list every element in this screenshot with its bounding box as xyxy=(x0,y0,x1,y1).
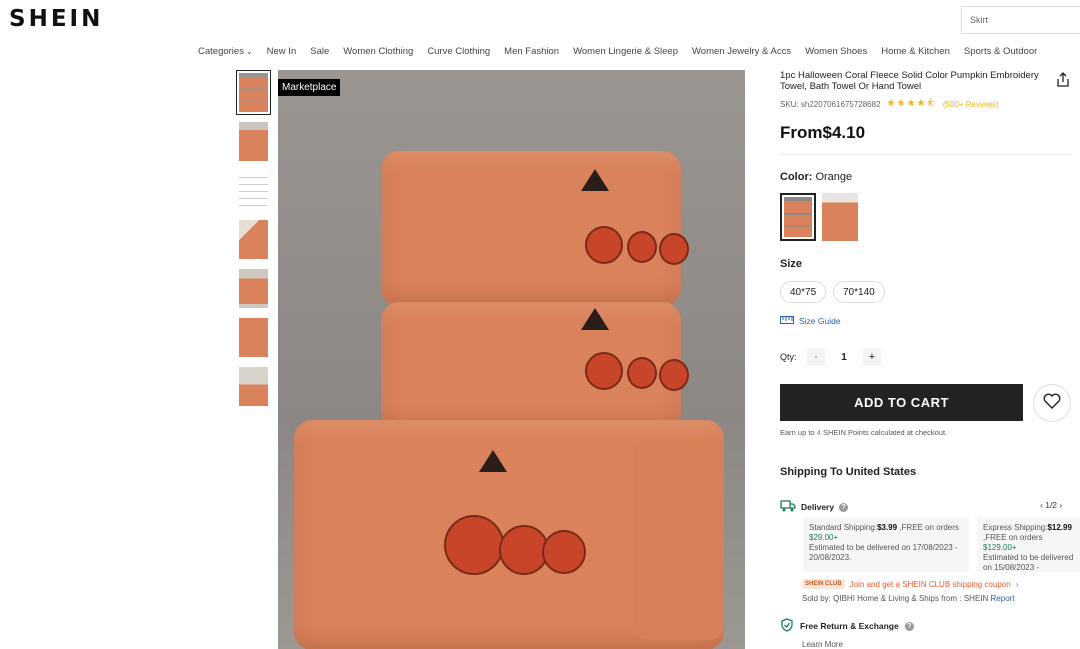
points-note: Earn up to 4 SHEIN Points calculated at … xyxy=(780,428,947,437)
quantity-stepper: - 1 + xyxy=(807,348,881,366)
color-swatch-orange-set[interactable] xyxy=(780,193,816,241)
shipping-free: ,FREE on orders xyxy=(897,523,959,532)
nav-curve-clothing[interactable]: Curve Clothing xyxy=(427,46,490,57)
club-badge: SHEIN CLUB xyxy=(802,579,845,589)
delivery-label: Delivery xyxy=(801,502,835,512)
search-input[interactable]: Skirt xyxy=(961,6,1080,34)
shield-check-icon xyxy=(780,618,794,634)
thumbnail-strip xyxy=(236,70,272,413)
club-text: Join and get a SHEIN CLUB shipping coupo… xyxy=(849,579,1011,589)
size-label: Size xyxy=(780,258,803,270)
wishlist-button[interactable] xyxy=(1033,384,1071,422)
shipping-label: Standard Shipping: xyxy=(809,523,878,532)
nav-sale[interactable]: Sale xyxy=(310,46,329,57)
add-to-cart-button[interactable]: ADD TO CART xyxy=(780,384,1023,421)
chevron-right-icon: › xyxy=(1015,579,1019,589)
shipping-threshold: $29.00+ xyxy=(809,533,839,542)
thumbnail[interactable] xyxy=(236,119,271,164)
shipping-free: ,FREE on orders xyxy=(983,533,1043,542)
standard-shipping-card: Standard Shipping:$3.99 ,FREE on orders … xyxy=(803,517,969,572)
shipping-title: Shipping To United States xyxy=(780,466,917,478)
thumbnail[interactable] xyxy=(236,70,271,115)
nav-home-kitchen[interactable]: Home & Kitchen xyxy=(881,46,950,57)
sku: SKU: sh2207061675728682 xyxy=(780,100,881,109)
help-icon[interactable]: ? xyxy=(904,621,914,631)
nav-women-shoes[interactable]: Women Shoes xyxy=(805,46,867,57)
sold-by: Sold by: QIBHI Home & Living & Ships fro… xyxy=(802,594,1015,603)
qty-minus-button[interactable]: - xyxy=(807,348,825,366)
color-value: Orange xyxy=(815,171,853,183)
color-label-text: Color: xyxy=(780,171,813,183)
shein-logo[interactable]: SHEIN xyxy=(9,6,103,32)
product-info: 1pc Halloween Coral Fleece Solid Color P… xyxy=(780,70,1080,143)
sold-by-text: Sold by: QIBHI Home & Living & Ships fro… xyxy=(802,594,989,603)
product-main-image[interactable]: Marketplace xyxy=(278,70,745,649)
divider xyxy=(780,154,1072,155)
truck-icon xyxy=(780,500,796,514)
chevron-down-icon: ⌄ xyxy=(245,47,253,56)
qty-label: Qty: xyxy=(780,352,797,362)
nav-categories[interactable]: Categories ⌄ xyxy=(198,46,253,57)
size-guide-text: Size Guide xyxy=(799,316,841,326)
shipping-estimate: Estimated to be delivered on 17/08/2023 … xyxy=(809,543,958,562)
size-option-70x140[interactable]: 70*140 xyxy=(833,281,885,303)
points-text: Earn up to xyxy=(780,428,817,437)
category-nav: Categories ⌄ New In Sale Women Clothing C… xyxy=(198,46,1037,57)
product-title: 1pc Halloween Coral Fleece Solid Color P… xyxy=(780,70,1039,92)
price: From$4.10 xyxy=(780,123,866,142)
nav-sports-outdoor[interactable]: Sports & Outdoor xyxy=(964,46,1037,57)
nav-label: Categories xyxy=(198,46,244,57)
shipping-estimate: Estimated to be delivered on 15/08/2023 … xyxy=(983,553,1074,572)
help-icon[interactable]: ? xyxy=(839,502,849,512)
thumbnail[interactable] xyxy=(236,315,271,360)
marketplace-badge: Marketplace xyxy=(278,79,341,96)
nav-women-clothing[interactable]: Women Clothing xyxy=(343,46,413,57)
color-swatch-orange-single[interactable] xyxy=(822,193,858,241)
ruler-icon xyxy=(780,316,794,326)
nav-new-in[interactable]: New In xyxy=(267,46,297,57)
nav-women-jewelry[interactable]: Women Jewelry & Accs xyxy=(692,46,791,57)
free-return-label: Free Return & Exchange xyxy=(800,621,899,631)
towel-bottom xyxy=(294,420,724,649)
learn-more-link[interactable]: Learn More xyxy=(802,640,843,649)
shipping-price: $12.99 xyxy=(1047,523,1072,532)
share-icon[interactable] xyxy=(1055,72,1071,88)
towel-top xyxy=(381,151,689,306)
free-return-row: Free Return & Exchange ? xyxy=(780,618,914,634)
qty-plus-button[interactable]: + xyxy=(863,348,881,366)
towel-middle xyxy=(381,302,689,430)
qty-value[interactable]: 1 xyxy=(825,352,863,363)
chevron-right-icon[interactable]: › xyxy=(1059,500,1062,510)
report-link[interactable]: Report xyxy=(991,594,1015,603)
thumbnail[interactable] xyxy=(236,217,271,262)
pager-count: 1/2 xyxy=(1045,500,1058,510)
delivery-header: Delivery ? xyxy=(780,500,849,514)
points-text: SHEIN Points calculated at checkout. xyxy=(820,428,948,437)
shipping-threshold: $129.00+ xyxy=(983,543,1017,552)
color-label: Color: Orange xyxy=(780,171,852,183)
thumbnail[interactable] xyxy=(236,266,271,311)
shipping-price: $3.99 xyxy=(877,523,898,532)
shipping-pager: ‹ 1/2 › xyxy=(1040,500,1062,510)
size-option-40x75[interactable]: 40*75 xyxy=(780,281,827,303)
chevron-left-icon[interactable]: ‹ xyxy=(1040,500,1043,510)
thumbnail[interactable] xyxy=(236,364,271,409)
nav-men-fashion[interactable]: Men Fashion xyxy=(504,46,559,57)
thumbnail[interactable] xyxy=(236,168,271,213)
star-rating: ★★★★⯪ xyxy=(886,98,937,109)
size-guide-link[interactable]: Size Guide xyxy=(780,316,841,326)
shein-club-row[interactable]: SHEIN CLUB Join and get a SHEIN CLUB shi… xyxy=(802,579,1018,589)
shipping-label: Express Shipping: xyxy=(983,523,1048,532)
heart-icon xyxy=(1043,393,1061,414)
reviews-link[interactable]: (500+ Reviews) xyxy=(943,100,999,109)
sku-row: SKU: sh2207061675728682 ★★★★⯪ (500+ Revi… xyxy=(780,96,1080,113)
express-shipping-card: Express Shipping:$12.99 ,FREE on orders … xyxy=(977,517,1080,572)
nav-women-lingerie[interactable]: Women Lingerie & Sleep xyxy=(573,46,678,57)
